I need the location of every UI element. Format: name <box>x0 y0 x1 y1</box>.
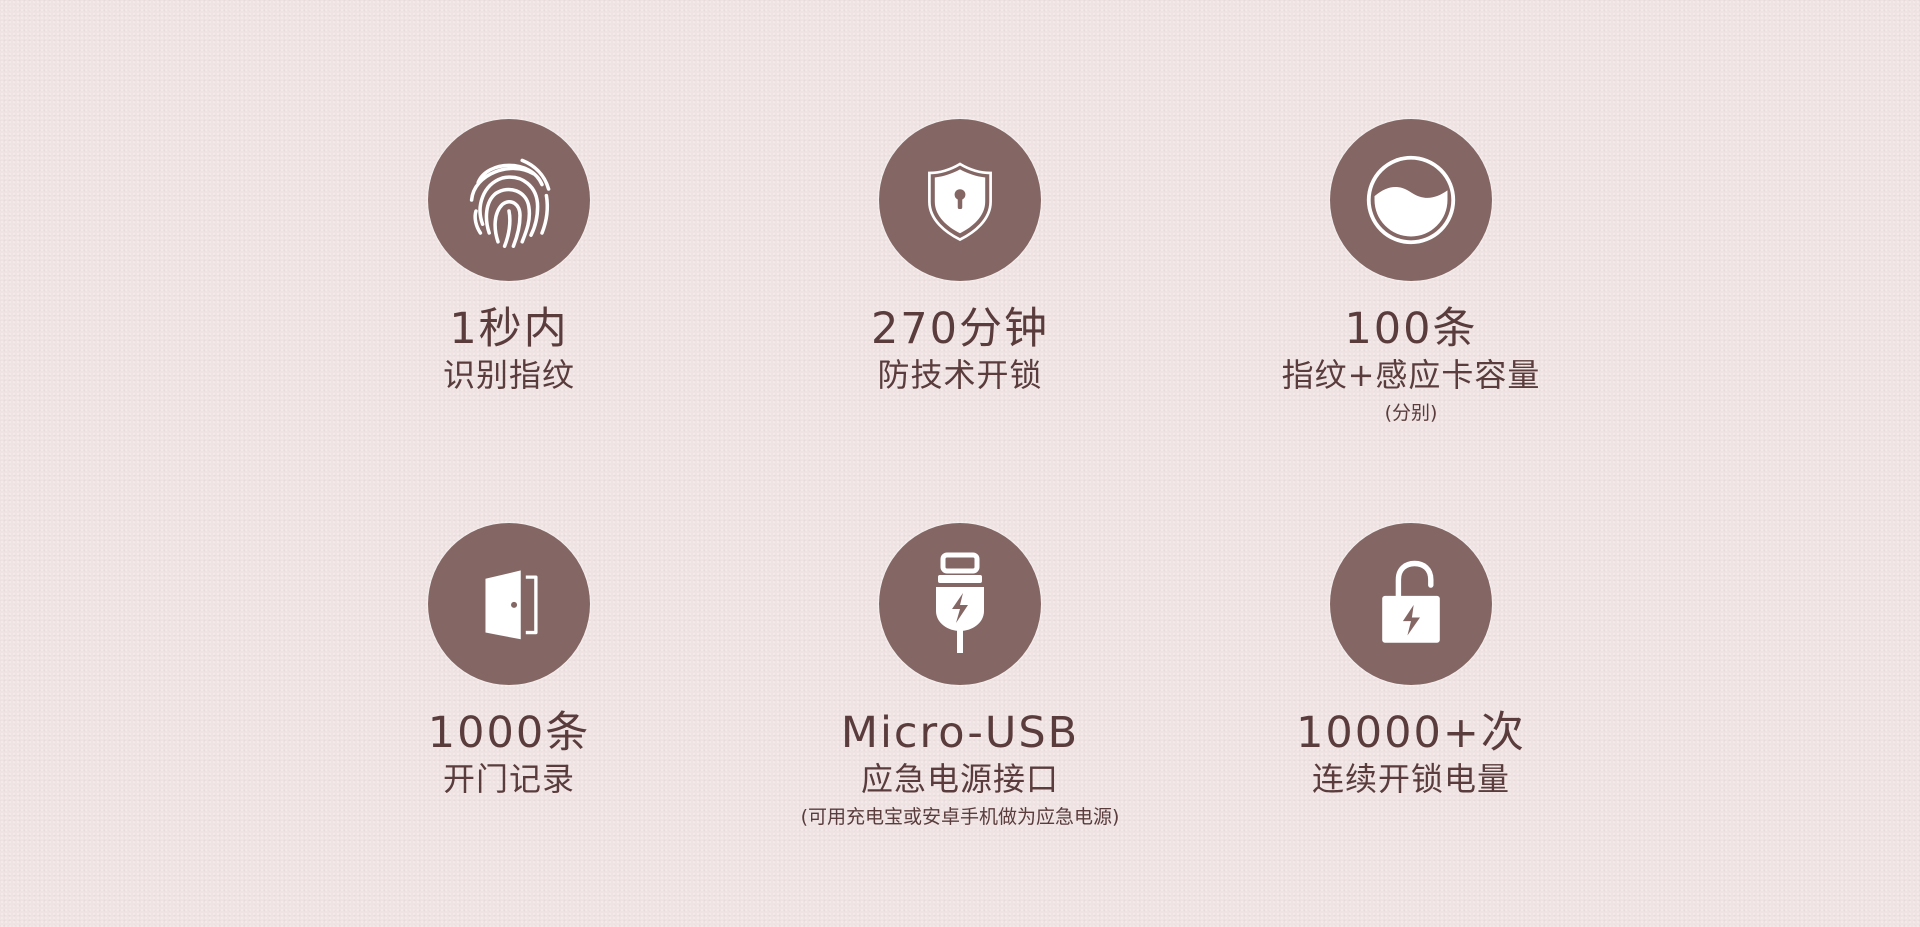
feature-headline: Micro-USB <box>840 708 1080 758</box>
feature-headline: 100条 <box>1344 304 1478 354</box>
feature-label: 指纹+感应卡容量 <box>1281 356 1541 394</box>
feature-usb: Micro-USB 应急电源接口 (可用充电宝或安卓手机做为应急电源) <box>730 523 1190 831</box>
feature-note: (分别) <box>1384 402 1438 424</box>
feature-label: 应急电源接口 <box>860 760 1059 798</box>
fingerprint-icon-circle <box>428 119 590 281</box>
feature-headline: 10000+次 <box>1296 708 1526 758</box>
feature-fingerprint: 1秒内 识别指纹 <box>279 119 739 397</box>
feature-label: 防技术开锁 <box>877 356 1043 394</box>
feature-headline: 1000条 <box>427 708 591 758</box>
feature-anti-pick: 270分钟 防技术开锁 <box>730 119 1190 397</box>
feature-note: (可用充电宝或安卓手机做为应急电源) <box>800 806 1120 828</box>
door-icon <box>485 570 538 640</box>
feature-headline: 1秒内 <box>449 304 569 354</box>
feature-battery: 10000+次 连续开锁电量 <box>1181 523 1641 801</box>
feature-open-records: 1000条 开门记录 <box>279 523 739 801</box>
feature-capacity: 100条 指纹+感应卡容量 (分别) <box>1181 119 1641 427</box>
shield-icon-circle <box>879 119 1041 281</box>
fingerprint-icon <box>469 158 551 248</box>
feature-label: 连续开锁电量 <box>1311 760 1510 798</box>
feature-label: 识别指纹 <box>442 356 575 394</box>
shield-lock-icon <box>928 162 992 242</box>
feature-label: 开门记录 <box>442 760 575 798</box>
capacity-icon <box>1366 155 1456 245</box>
lock-icon-circle <box>1330 523 1492 685</box>
battery-lock-icon <box>1382 560 1440 643</box>
usb-plug-icon <box>936 552 984 653</box>
capacity-icon-circle <box>1330 119 1492 281</box>
feature-headline: 270分钟 <box>870 304 1050 354</box>
door-icon-circle <box>428 523 590 685</box>
usb-icon-circle <box>879 523 1041 685</box>
